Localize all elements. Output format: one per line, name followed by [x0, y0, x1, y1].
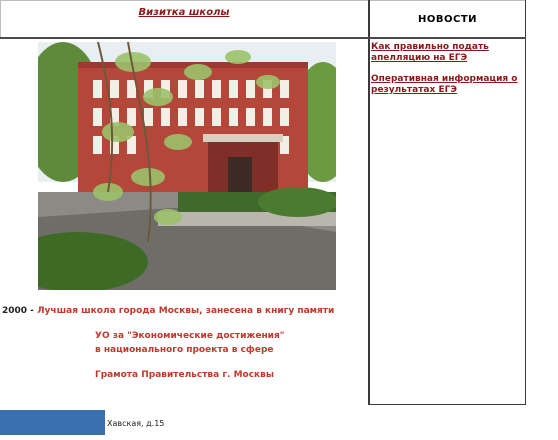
news-link-results[interactable]: Оперативная информация о результатах ЕГЭ [371, 74, 523, 96]
header-divider [0, 37, 526, 39]
news-column-bottom-border [370, 404, 526, 405]
header-left-cell: Визитка школы [0, 1, 368, 37]
school-card-link[interactable]: Визитка школы [139, 7, 230, 18]
footer-address: Хавская, д.15 [107, 419, 165, 428]
table-border-right [525, 0, 526, 405]
news-link-appeal[interactable]: Как правильно подать апелляцию на ЕГЭ [371, 42, 523, 64]
footer-blue-block [0, 410, 105, 435]
school-photo [38, 42, 336, 290]
achievement-line: Грамота Правительства г. Москвы [95, 370, 274, 380]
achievement-line: 2000 - Лучшая школа города Москвы, занес… [2, 306, 335, 316]
achievement-line: в национального проекта в сфере [95, 345, 274, 355]
news-header: НОВОСТИ [417, 13, 478, 25]
achievement-line: УО за "Экономические достижения" [95, 331, 285, 341]
column-divider [368, 0, 370, 405]
news-list: Как правильно подать апелляцию на ЕГЭ Оп… [371, 42, 523, 106]
